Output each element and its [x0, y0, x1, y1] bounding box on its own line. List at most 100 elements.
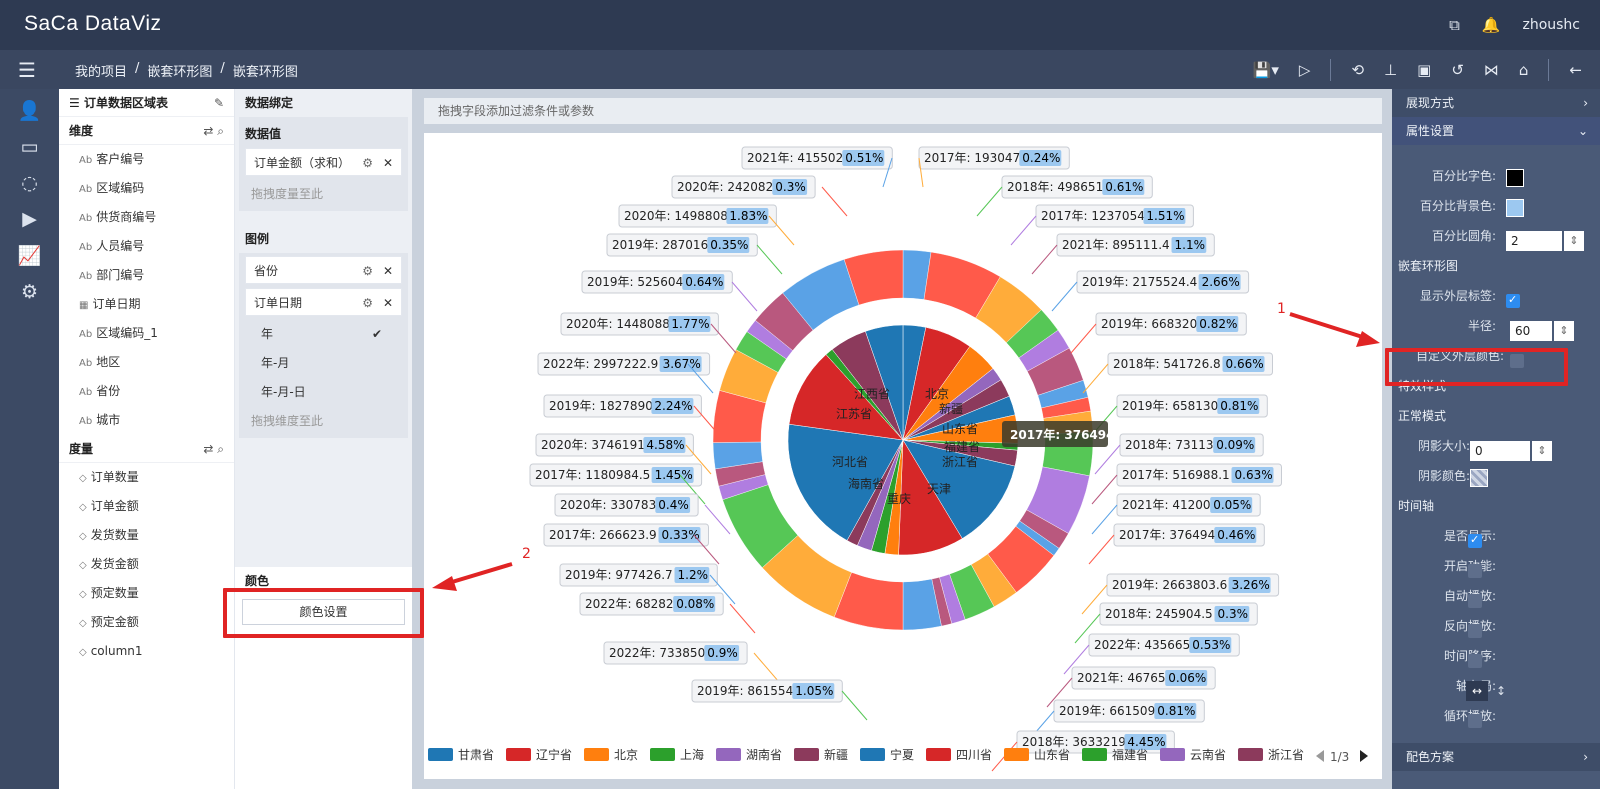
pct-bg-color-swatch[interactable] [1506, 199, 1524, 217]
legend-swatch [428, 748, 453, 761]
dimension-field[interactable]: Ab 客户编号 [59, 145, 234, 174]
show-outer-label-row: 显示外层标签: [1392, 281, 1600, 315]
share-icon[interactable]: ⋈ [1484, 61, 1499, 79]
binding-panel: 数据绑定 数据值 订单金额（求和） ⚙ ✕ 拖拽度量至此 图例 省份 ⚙ ✕ 订单日期 ⚙… [235, 89, 412, 789]
outer-label-pct: 0.63% [1235, 468, 1273, 482]
outer-label-text: 2019年: 2175524.4 [1082, 275, 1197, 289]
timeline-autoplay-checkbox[interactable] [1468, 594, 1482, 608]
value-field-chip[interactable]: 订单金额（求和） ⚙ ✕ [245, 148, 402, 176]
menu-icon[interactable]: ☰ [18, 58, 36, 82]
timeline-loop-checkbox[interactable] [1468, 714, 1482, 728]
horizontal-layout-icon[interactable]: ↔ [1466, 681, 1488, 701]
leader-line [1010, 215, 1037, 246]
measure-drop-zone[interactable]: 拖拽度量至此 [245, 180, 402, 208]
history-icon[interactable]: ⟲ [1351, 61, 1364, 79]
dimension-field[interactable]: Ab 城市 [59, 406, 234, 435]
dimension-field[interactable]: Ab 区域编码_1 [59, 319, 234, 348]
fullscreen-icon[interactable]: ⧉ [1449, 16, 1460, 34]
outer-label-pct: 0.05% [1213, 498, 1251, 512]
top-bar: SaCa DataViz ⧉ 🔔 zhoushc [0, 0, 1600, 50]
leader-line [768, 215, 795, 246]
timeline-enable-checkbox[interactable] [1468, 564, 1482, 578]
undo-icon[interactable]: ↺ [1451, 61, 1464, 79]
dimension-drop-zone[interactable]: 拖拽维度至此 [245, 407, 402, 435]
measure-field[interactable]: ◇ 预定金额 [59, 608, 234, 637]
outer-label-text: 2020年: 1448088 [566, 317, 670, 331]
measure-field[interactable]: ◇ 预定数量 [59, 579, 234, 608]
measure-field[interactable]: ◇ column1 [59, 637, 234, 666]
color-scheme-header[interactable]: 配色方案 › [1392, 743, 1600, 771]
date-option[interactable]: 年-月 [239, 349, 408, 378]
legend-swatch [1082, 748, 1107, 761]
dimension-field[interactable]: Ab 区域编码 [59, 174, 234, 203]
pct-radius-input[interactable]: 2 [1506, 231, 1584, 251]
gear-icon[interactable]: ⚙ [362, 289, 373, 317]
dimension-field[interactable]: ▦ 订单日期 [59, 290, 234, 319]
gear-icon[interactable]: ⚙ [362, 149, 373, 177]
dimension-field[interactable]: Ab 供货商编号 [59, 203, 234, 232]
timeline-reverse-checkbox[interactable] [1468, 624, 1482, 638]
chart-icon[interactable]: 📈 [18, 244, 42, 267]
swap-search-icons[interactable]: ⇄ ⌕ [203, 117, 224, 145]
dimension-label: 客户编号 [96, 152, 145, 166]
measure-field[interactable]: ◇ 发货金额 [59, 550, 234, 579]
measure-field[interactable]: ◇ 订单数量 [59, 463, 234, 492]
gear-icon[interactable]: ⚙ [362, 257, 373, 285]
legend-swatch [650, 748, 675, 761]
bell-icon[interactable]: 🔔 [1482, 16, 1501, 34]
filter-drop-bar[interactable]: 拖拽字段添加过滤条件或参数 [424, 98, 1382, 124]
sync-icon[interactable]: ◌ [21, 172, 38, 194]
monitor-icon[interactable]: ▭ [21, 136, 39, 158]
normal-mode-label[interactable]: 正常模式 [1392, 401, 1600, 431]
show-outer-label-checkbox[interactable] [1506, 285, 1520, 315]
outer-label-pct: 0.81% [1220, 399, 1258, 413]
outer-label-pct: 1.51% [1146, 209, 1184, 223]
attr-settings-header[interactable]: 属性设置 ⌄ [1392, 117, 1600, 145]
outer-label-pct: 1.05% [795, 684, 833, 698]
timeline-enable-row: 开启功能: [1392, 551, 1600, 581]
breadcrumb-project[interactable]: 我的项目 [75, 61, 127, 80]
vertical-layout-icon[interactable]: ↕ [1496, 684, 1506, 698]
play-icon[interactable]: ▷ [1299, 61, 1311, 79]
shadow-size-input[interactable]: 0 [1470, 441, 1552, 461]
breadcrumb-folder[interactable]: 嵌套环形图 [147, 61, 212, 80]
measure-field[interactable]: ◇ 订单金额 [59, 492, 234, 521]
radius-input[interactable]: 60 [1510, 321, 1574, 341]
play-circle-icon[interactable]: ▶ [22, 208, 37, 230]
dimension-field[interactable]: Ab 省份 [59, 377, 234, 406]
outer-label-pct: 3.67% [663, 357, 701, 371]
close-icon[interactable]: ✕ [383, 289, 393, 317]
nested-donut-chart[interactable]: 江西省 北京新疆江苏省山东省福建省浙江省河北省海南省重庆天津2021年: 4155… [424, 133, 1382, 779]
image-icon[interactable]: ▣ [1417, 61, 1431, 79]
leader-line [1082, 363, 1109, 394]
back-icon[interactable]: ← [1569, 61, 1582, 79]
canvas-area: 拖拽字段添加过滤条件或参数 江西省 北京 新疆 江苏省 山东省 福建省 浙江省 河北省 海南省重… [412, 89, 1392, 789]
shadow-color-swatch[interactable] [1470, 469, 1488, 487]
stamp-icon[interactable]: ⊥ [1384, 61, 1397, 79]
close-icon[interactable]: ✕ [383, 149, 393, 177]
legend-field-chip[interactable]: 省份 ⚙ ✕ [245, 256, 402, 284]
user-name[interactable]: zhoushc [1522, 17, 1580, 33]
date-option[interactable]: 年 ✔ [239, 320, 408, 349]
settings-icon[interactable]: ⚙ [21, 281, 38, 303]
save-icon[interactable]: 💾▾ [1253, 61, 1279, 79]
timeline-desc-checkbox[interactable] [1468, 654, 1482, 668]
dimension-field[interactable]: Ab 地区 [59, 348, 234, 377]
tag-icon[interactable]: ⌂ [1519, 61, 1529, 79]
outer-label-text: 2019年: 977426.7 [565, 568, 673, 582]
date-option[interactable]: 年-月-日 [239, 378, 408, 407]
swap-search-icons[interactable]: ⇄ ⌕ [203, 435, 224, 463]
legend-field-chip[interactable]: 订单日期 ⚙ ✕ [245, 288, 402, 316]
edit-icon[interactable]: ✎ [214, 89, 224, 117]
user-icon[interactable]: 👤 [18, 99, 42, 122]
dimension-field[interactable]: Ab 部门编号 [59, 261, 234, 290]
outer-label-text: 2017年: 1237054 [1041, 209, 1145, 223]
close-icon[interactable]: ✕ [383, 257, 393, 285]
dimension-label: 人员编号 [96, 239, 145, 253]
timeline-show-checkbox[interactable] [1468, 525, 1482, 555]
display-mode-header[interactable]: 展现方式 › [1392, 89, 1600, 117]
pct-font-color-swatch[interactable] [1506, 169, 1524, 187]
dimension-field[interactable]: Ab 人员编号 [59, 232, 234, 261]
measure-field[interactable]: ◇ 发货数量 [59, 521, 234, 550]
outer-label-pct: 0.46% [1217, 528, 1255, 542]
